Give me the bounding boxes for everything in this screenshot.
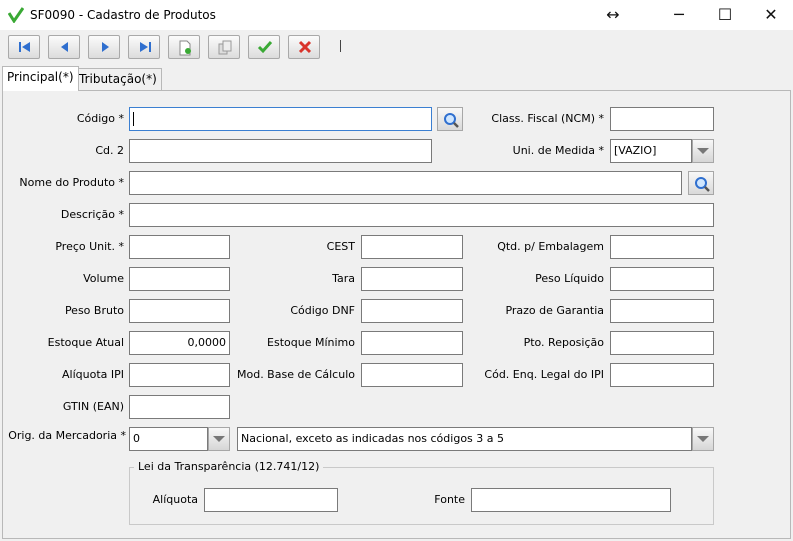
lei-fonte-label: Fonte [434,493,465,506]
window-title: SF0090 - Cadastro de Produtos [30,8,216,22]
gtin-label: GTIN (EAN) [62,400,124,413]
magnifier-icon [444,113,459,128]
lei-aliquota-label: Alíquota [152,493,198,506]
x-icon [298,40,312,54]
uni-medida-dropdown-button[interactable] [692,139,714,163]
aliquota-ipi-label: Alíquota IPI [62,368,124,381]
tab-principal[interactable]: Principal(*) [2,66,79,91]
mod-base-calculo-label: Mod. Base de Cálculo [236,368,355,381]
codigo-search-button[interactable] [437,107,463,131]
tara-label: Tara [332,272,355,285]
peso-liquido-input[interactable] [610,267,714,291]
close-button[interactable]: ✕ [748,0,793,30]
nome-produto-label: Nome do Produto * [19,176,124,189]
next-record-button[interactable] [88,35,120,59]
cest-label: CEST [326,240,355,253]
maximize-button[interactable]: ☐ [702,0,748,30]
codigo-input[interactable] [129,107,432,131]
next-icon [102,42,109,52]
class-fiscal-input[interactable] [610,107,714,131]
resize-icon[interactable]: ↔ [590,0,636,30]
gtin-input[interactable] [129,395,230,419]
volume-label: Volume [83,272,124,285]
qtd-embalagem-input[interactable] [610,235,714,259]
descricao-label: Descrição * [60,208,124,221]
previous-icon [61,42,68,52]
last-record-button[interactable] [128,35,160,59]
check-icon [257,41,273,54]
class-fiscal-label: Class. Fiscal (NCM) * [491,112,604,125]
text-caret [133,112,134,126]
tara-input[interactable] [361,267,463,291]
chevron-down-icon [213,436,225,442]
new-document-icon [179,40,191,56]
prazo-garantia-input[interactable] [610,299,714,323]
toolbar-separator [340,40,341,52]
aliquota-ipi-input[interactable] [129,363,230,387]
estoque-minimo-label: Estoque Mínimo [267,336,355,349]
peso-liquido-label: Peso Líquido [535,272,604,285]
volume-input[interactable] [129,267,230,291]
codigo-dnf-label: Código DNF [290,304,355,317]
orig-mercadoria-label: Orig. da Mercadoria * [8,429,126,442]
app-icon [7,7,25,24]
pto-reposicao-input[interactable] [610,331,714,355]
estoque-atual-label: Estoque Atual [47,336,124,349]
previous-record-button[interactable] [48,35,80,59]
cancel-button[interactable] [288,35,320,59]
estoque-minimo-input[interactable] [361,331,463,355]
codigo-dnf-input[interactable] [361,299,463,323]
cod-enq-legal-ipi-input[interactable] [610,363,714,387]
skip-first-icon [19,42,30,52]
chevron-down-icon [697,436,709,442]
codigo-label: Código * [76,112,124,125]
estoque-atual-input[interactable]: 0,0000 [129,331,230,355]
lei-aliquota-input[interactable] [204,488,338,512]
new-record-button[interactable] [168,35,200,59]
uni-medida-select[interactable]: [VAZIO] [610,139,692,163]
cd2-label: Cd. 2 [95,144,124,157]
peso-bruto-input[interactable] [129,299,230,323]
cest-input[interactable] [361,235,463,259]
pto-reposicao-label: Pto. Reposição [523,336,604,349]
minimize-button[interactable]: ─ [656,0,702,30]
lei-transparencia-title: Lei da Transparência (12.741/12) [134,460,324,473]
orig-mercadoria-code-select[interactable]: 0 [129,427,208,451]
copy-icon [218,40,232,55]
confirm-button[interactable] [248,35,280,59]
magnifier-icon [695,177,710,192]
chevron-down-icon [697,148,709,154]
nome-produto-search-button[interactable] [688,171,714,195]
tab-tributacao[interactable]: Tributação(*) [74,68,162,90]
qtd-embalagem-label: Qtd. p/ Embalagem [497,240,604,253]
nome-produto-input[interactable] [129,171,682,195]
orig-mercadoria-description-select[interactable]: Nacional, exceto as indicadas nos código… [237,427,692,451]
preco-unit-input[interactable] [129,235,230,259]
uni-medida-label: Uni. de Medida * [512,144,604,157]
first-record-button[interactable] [8,35,40,59]
skip-last-icon [140,42,151,52]
peso-bruto-label: Peso Bruto [64,304,124,317]
orig-mercadoria-description-dropdown-button[interactable] [692,427,714,451]
descricao-input[interactable] [129,203,714,227]
cod-enq-legal-ipi-label: Cód. Enq. Legal do IPI [484,368,604,381]
orig-mercadoria-code-dropdown-button[interactable] [208,427,230,451]
cd2-input[interactable] [129,139,432,163]
copy-record-button[interactable] [208,35,240,59]
prazo-garantia-label: Prazo de Garantia [505,304,604,317]
lei-fonte-input[interactable] [471,488,671,512]
preco-unit-label: Preço Unit. * [55,240,124,253]
mod-base-calculo-input[interactable] [361,363,463,387]
